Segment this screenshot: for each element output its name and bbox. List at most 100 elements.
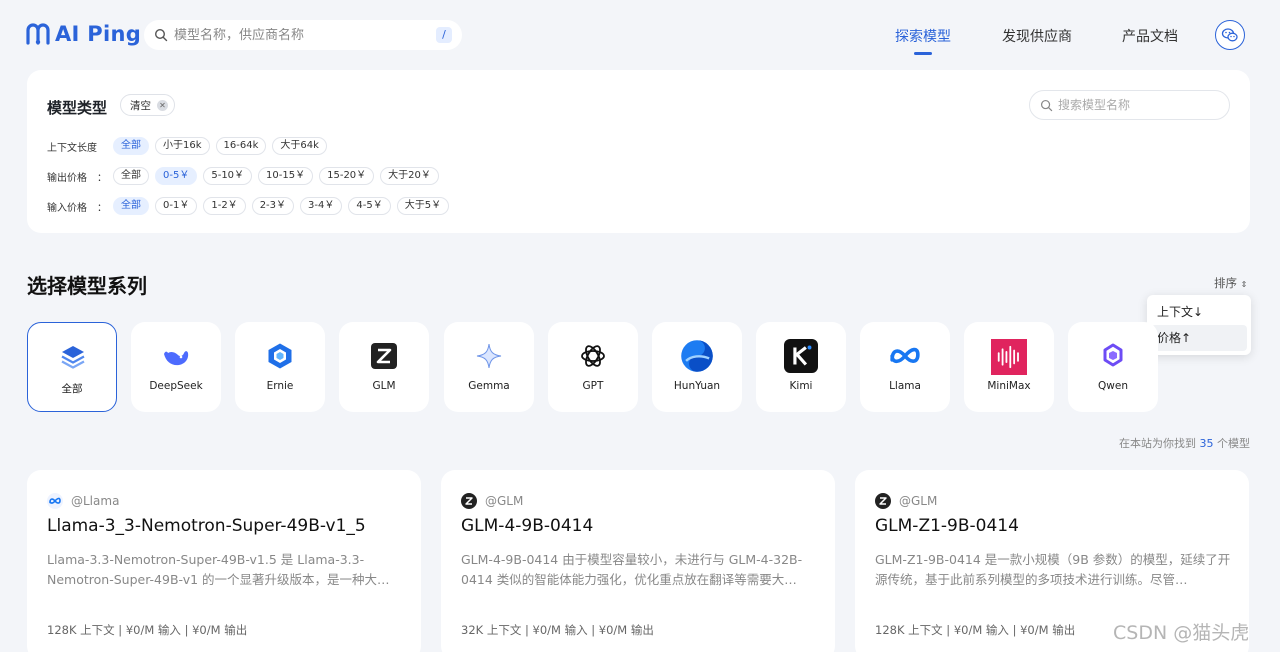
results-prefix: 在本站为你找到 bbox=[1119, 437, 1196, 450]
meta-infinity-icon bbox=[890, 347, 920, 364]
chip-context-lt16k[interactable]: 小于16k bbox=[155, 137, 210, 155]
sort-arrows-icon: ⇕ bbox=[1240, 280, 1248, 289]
model-provider: @GLM bbox=[875, 493, 937, 509]
model-name[interactable]: GLM-4-9B-0414 bbox=[461, 516, 593, 536]
series-name: HunYuan bbox=[673, 380, 721, 392]
filter-row-input-price: 输入价格 ： 全部 0-1￥ 1-2￥ 2-3￥ 3-4￥ 4-5￥ 大于5￥ bbox=[47, 197, 455, 215]
chip-context-gt64k[interactable]: 大于64k bbox=[272, 137, 327, 155]
glm-z-icon bbox=[371, 343, 397, 369]
series-name: Kimi bbox=[789, 380, 813, 392]
qwen-star-icon bbox=[1103, 343, 1123, 367]
clear-filters-button[interactable]: 清空 ✕ bbox=[120, 94, 175, 116]
filter-row-label: 输入价格 ： bbox=[47, 202, 107, 214]
chip-context-all[interactable]: 全部 bbox=[113, 137, 149, 155]
logo-icon bbox=[26, 23, 50, 45]
series-name: Llama bbox=[889, 380, 921, 392]
results-number: 35 bbox=[1199, 437, 1214, 450]
section-title: 选择模型系列 bbox=[27, 274, 147, 298]
model-meta: 128K 上下文 | ¥0/M 输入 | ¥0/M 输出 bbox=[47, 623, 248, 637]
chip-output-10-15[interactable]: 10-15￥ bbox=[258, 167, 314, 185]
chip-input-4-5[interactable]: 4-5￥ bbox=[348, 197, 391, 215]
series-name: Qwen bbox=[1098, 380, 1128, 392]
glm-z-icon bbox=[461, 493, 477, 509]
model-name[interactable]: GLM-Z1-9B-0414 bbox=[875, 516, 1019, 536]
search-icon bbox=[154, 28, 168, 42]
model-provider: @Llama bbox=[47, 493, 119, 509]
filter-row-label: 上下文长度 bbox=[47, 142, 97, 154]
model-name[interactable]: Llama-3_3-Nemotron-Super-49B-v1_5 bbox=[47, 516, 366, 536]
logo[interactable]: AI Ping bbox=[25, 22, 141, 46]
close-icon: ✕ bbox=[157, 99, 168, 111]
model-description: GLM-4-9B-0414 由于模型容量较小，未进行与 GLM-4-32B-04… bbox=[461, 552, 803, 587]
model-description: GLM-Z1-9B-0414 是一款小规模（9B 参数）的模型，延续了开源传统，… bbox=[875, 552, 1231, 587]
nav-explore-models[interactable]: 探索模型 bbox=[895, 26, 951, 55]
chip-input-2-3[interactable]: 2-3￥ bbox=[251, 197, 295, 215]
search-icon bbox=[1040, 99, 1053, 111]
series-card-all[interactable]: 全部 bbox=[27, 322, 117, 412]
series-card-hunyuan[interactable]: HunYuan bbox=[652, 322, 742, 412]
gemma-star-icon bbox=[476, 343, 502, 369]
chip-input-gt5[interactable]: 大于5￥ bbox=[396, 197, 450, 215]
ernie-hex-icon bbox=[268, 343, 292, 369]
series-name: GPT bbox=[582, 380, 604, 392]
results-suffix: 个模型 bbox=[1217, 437, 1250, 450]
model-card[interactable]: @GLM GLM-4-9B-0414 GLM-4-9B-0414 由于模型容量较… bbox=[441, 470, 835, 652]
model-provider: @GLM bbox=[461, 493, 523, 509]
provider-name: @GLM bbox=[899, 494, 938, 508]
series-card-minimax[interactable]: MiniMax bbox=[964, 322, 1054, 412]
model-meta: 128K 上下文 | ¥0/M 输入 | ¥0/M 输出 bbox=[875, 623, 1076, 637]
filter-title: 模型类型 bbox=[47, 99, 108, 117]
sort-option-context[interactable]: 上下文↓ bbox=[1151, 299, 1247, 325]
nav-product-docs[interactable]: 产品文档 bbox=[1122, 26, 1178, 46]
global-search[interactable]: / bbox=[144, 20, 462, 50]
chip-output-gt20[interactable]: 大于20￥ bbox=[380, 167, 439, 185]
watermark: CSDN @猫头虎 bbox=[1113, 622, 1250, 644]
series-name: Ernie bbox=[266, 380, 294, 392]
filter-row-label: 输出价格 ： bbox=[47, 172, 107, 184]
chip-input-0-1[interactable]: 0-1￥ bbox=[155, 197, 198, 215]
model-meta: 32K 上下文 | ¥0/M 输入 | ¥0/M 输出 bbox=[461, 623, 654, 637]
series-name: DeepSeek bbox=[149, 380, 203, 392]
chip-output-0-5[interactable]: 0-5￥ bbox=[155, 167, 198, 185]
nav-discover-providers[interactable]: 发现供应商 bbox=[1002, 26, 1072, 46]
model-description: Llama-3.3-Nemotron-Super-49B-v1.5 是 Llam… bbox=[47, 552, 390, 587]
chip-input-all[interactable]: 全部 bbox=[113, 197, 149, 215]
glm-z-icon bbox=[875, 493, 891, 509]
series-card-deepseek[interactable]: DeepSeek bbox=[131, 322, 221, 412]
series-card-kimi[interactable]: Kimi bbox=[756, 322, 846, 412]
layers-icon bbox=[61, 346, 85, 369]
series-card-gpt[interactable]: GPT bbox=[548, 322, 638, 412]
chip-output-15-20[interactable]: 15-20￥ bbox=[319, 167, 375, 185]
wechat-button[interactable] bbox=[1215, 20, 1245, 50]
model-search[interactable] bbox=[1029, 90, 1230, 120]
model-search-input[interactable] bbox=[1058, 98, 1218, 112]
sort-menu: 上下文↓ 价格↑ bbox=[1147, 295, 1251, 355]
chip-input-3-4[interactable]: 3-4￥ bbox=[300, 197, 343, 215]
kimi-k-icon bbox=[784, 339, 818, 373]
sort-option-price[interactable]: 价格↑ bbox=[1151, 325, 1247, 351]
global-search-input[interactable] bbox=[174, 27, 424, 43]
chip-output-5-10[interactable]: 5-10￥ bbox=[203, 167, 253, 185]
filter-row-context: 上下文长度 全部 小于16k 16-64k 大于64k bbox=[47, 137, 333, 155]
filter-row-output-price: 输出价格 ： 全部 0-5￥ 5-10￥ 10-15￥ 15-20￥ 大于20￥ bbox=[47, 167, 445, 185]
sort-button[interactable]: 排序 ⇕ bbox=[1214, 275, 1247, 291]
series-card-gemma[interactable]: Gemma bbox=[444, 322, 534, 412]
header: AI Ping / 探索模型 发现供应商 产品文档 bbox=[0, 0, 1280, 70]
logo-text: AI Ping bbox=[55, 22, 142, 46]
chip-input-1-2[interactable]: 1-2￥ bbox=[203, 197, 246, 215]
chip-output-all[interactable]: 全部 bbox=[113, 167, 149, 185]
search-shortcut-badge: / bbox=[436, 27, 452, 43]
series-name: GLM bbox=[372, 380, 396, 392]
series-card-qwen[interactable]: Qwen bbox=[1068, 322, 1158, 412]
series-name: 全部 bbox=[61, 383, 83, 395]
chip-context-16-64k[interactable]: 16-64k bbox=[215, 137, 267, 155]
wechat-icon bbox=[1221, 28, 1238, 42]
openai-knot-icon bbox=[581, 345, 605, 367]
series-card-glm[interactable]: GLM bbox=[339, 322, 429, 412]
deepseek-whale-icon bbox=[164, 351, 189, 366]
series-card-ernie[interactable]: Ernie bbox=[235, 322, 325, 412]
filter-panel: 模型类型 清空 ✕ 上下文长度 全部 小于16k 16-64k 大于64k 输出… bbox=[27, 70, 1250, 233]
model-card[interactable]: @Llama Llama-3_3-Nemotron-Super-49B-v1_5… bbox=[27, 470, 421, 652]
sort-label: 排序 bbox=[1214, 276, 1237, 290]
series-card-llama[interactable]: Llama bbox=[860, 322, 950, 412]
